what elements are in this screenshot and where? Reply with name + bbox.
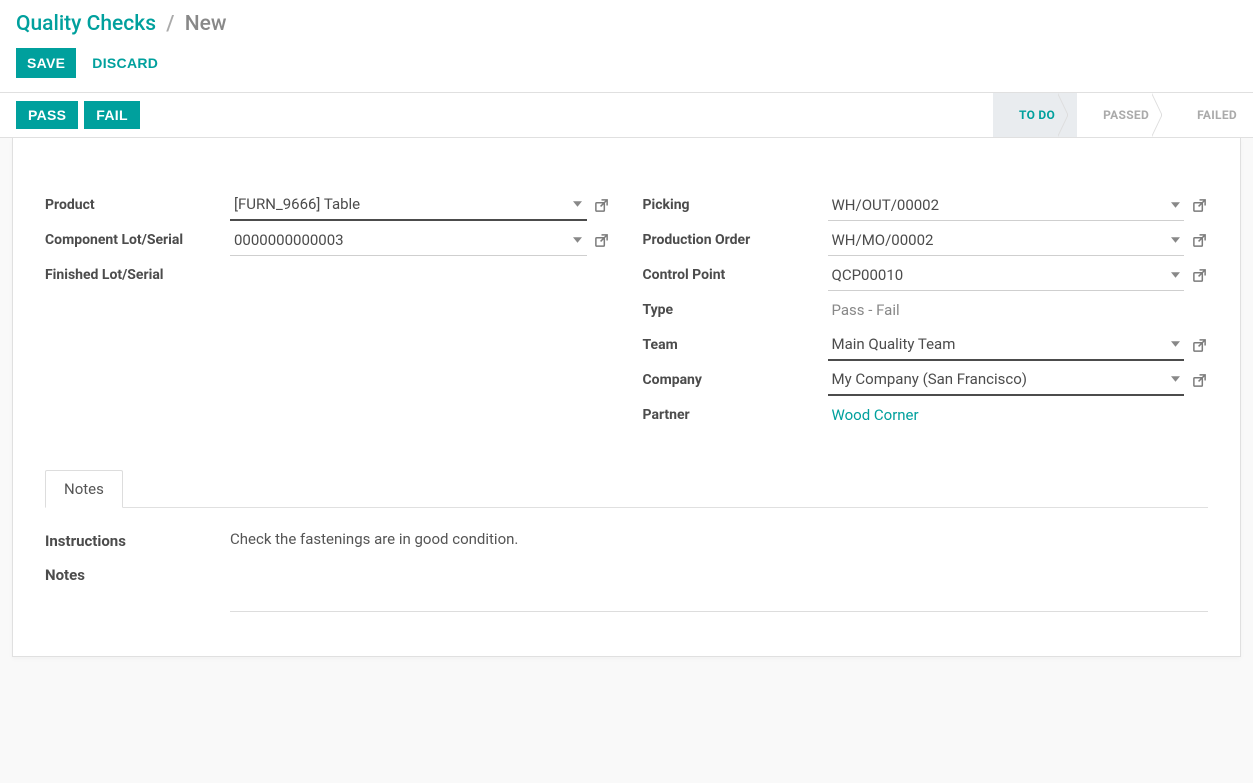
form-left-column: Product Component Lot/Serial: [45, 188, 611, 433]
chevron-down-icon[interactable]: [569, 237, 587, 243]
control-point-label: Control Point: [643, 263, 828, 287]
company-input[interactable]: [828, 364, 1167, 394]
team-input[interactable]: [828, 329, 1167, 359]
production-order-input[interactable]: [828, 225, 1167, 255]
status-bar: PASS FAIL TO DO PASSED FAILED: [0, 92, 1253, 138]
breadcrumb-root[interactable]: Quality Checks: [16, 12, 156, 36]
type-label: Type: [643, 298, 828, 322]
external-link-icon[interactable]: [1190, 233, 1208, 248]
component-lot-input[interactable]: [230, 225, 569, 255]
production-order-field[interactable]: [828, 225, 1185, 256]
fail-button[interactable]: FAIL: [84, 101, 140, 129]
breadcrumb: Quality Checks / New: [0, 0, 1253, 44]
stage-failed[interactable]: FAILED: [1171, 93, 1253, 137]
external-link-icon[interactable]: [1190, 198, 1208, 213]
external-link-icon[interactable]: [1190, 268, 1208, 283]
company-field[interactable]: [828, 364, 1185, 396]
team-field[interactable]: [828, 329, 1185, 361]
finished-lot-label: Finished Lot/Serial: [45, 263, 230, 287]
save-button[interactable]: SAVE: [16, 48, 76, 78]
external-link-icon[interactable]: [593, 233, 611, 248]
tab-notes[interactable]: Notes: [45, 470, 123, 508]
form-right-column: Picking Production Order: [643, 188, 1209, 433]
picking-label: Picking: [643, 193, 828, 217]
instructions-value: Check the fastenings are in good conditi…: [230, 530, 1208, 548]
picking-input[interactable]: [828, 190, 1167, 220]
company-label: Company: [643, 368, 828, 392]
finished-lot-value: [230, 270, 238, 280]
control-point-input[interactable]: [828, 260, 1167, 290]
discard-button[interactable]: DISCARD: [92, 48, 158, 78]
chevron-down-icon[interactable]: [569, 201, 587, 207]
stage-todo[interactable]: TO DO: [993, 93, 1077, 137]
chevron-down-icon[interactable]: [1166, 341, 1184, 347]
chevron-down-icon[interactable]: [1166, 202, 1184, 208]
partner-label: Partner: [643, 403, 828, 427]
breadcrumb-separator: /: [166, 12, 174, 36]
breadcrumb-current: New: [185, 12, 227, 36]
type-value: Pass - Fail: [828, 296, 904, 324]
tab-pane-notes: Instructions Check the fastenings are in…: [45, 508, 1208, 626]
status-stages: TO DO PASSED FAILED: [993, 93, 1253, 137]
production-order-label: Production Order: [643, 228, 828, 252]
instructions-label: Instructions: [45, 530, 230, 550]
notes-label: Notes: [45, 564, 230, 584]
form-sheet: Product Component Lot/Serial: [12, 138, 1241, 657]
partner-link[interactable]: Wood Corner: [828, 401, 923, 429]
control-point-field[interactable]: [828, 260, 1185, 291]
picking-field[interactable]: [828, 190, 1185, 221]
chevron-down-icon[interactable]: [1166, 237, 1184, 243]
component-lot-label: Component Lot/Serial: [45, 228, 230, 252]
external-link-icon[interactable]: [1190, 338, 1208, 353]
product-input[interactable]: [230, 189, 569, 219]
chevron-down-icon[interactable]: [1166, 376, 1184, 382]
stage-passed[interactable]: PASSED: [1077, 93, 1171, 137]
form-toolbar: SAVE DISCARD: [0, 44, 1253, 92]
team-label: Team: [643, 333, 828, 357]
component-lot-field[interactable]: [230, 225, 587, 256]
chevron-down-icon[interactable]: [1166, 272, 1184, 278]
tabs: Notes: [45, 469, 1208, 508]
product-field[interactable]: [230, 189, 587, 221]
external-link-icon[interactable]: [593, 198, 611, 213]
pass-button[interactable]: PASS: [16, 101, 78, 129]
notes-editor[interactable]: [230, 564, 1208, 612]
product-label: Product: [45, 193, 230, 217]
external-link-icon[interactable]: [1190, 373, 1208, 388]
